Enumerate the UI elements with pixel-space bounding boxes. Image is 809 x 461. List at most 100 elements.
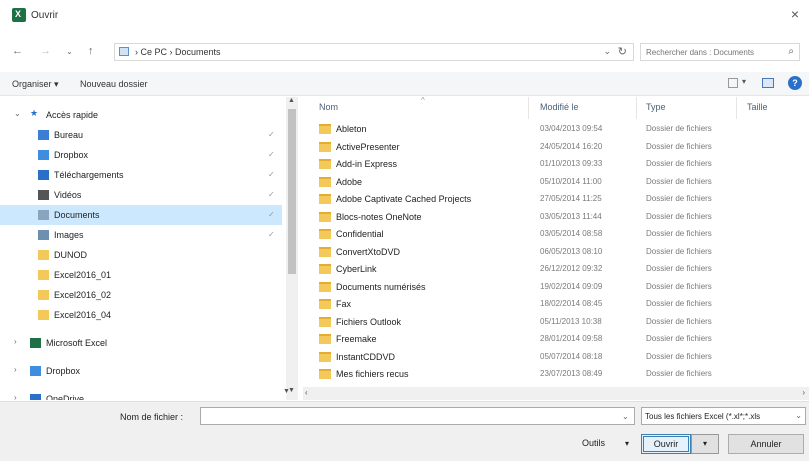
file-name: Fax (336, 299, 352, 309)
column-divider[interactable] (736, 97, 737, 119)
sidebar-item[interactable]: › OneDrive (0, 389, 282, 400)
expand-chevron-icon[interactable]: ⌄ (14, 109, 21, 118)
file-row[interactable]: Fichiers Outlook 05/11/2013 10:38 Dossier … (303, 313, 809, 331)
folder-icon (319, 316, 331, 327)
breadcrumb[interactable]: › Ce PC › Documents (135, 47, 221, 57)
column-divider[interactable] (528, 97, 529, 119)
expand-chevron-icon[interactable]: › (14, 337, 17, 346)
address-bar[interactable]: › Ce PC › Documents ⌄ ↻ (114, 43, 634, 61)
column-header-size[interactable]: Taille (747, 102, 768, 112)
close-icon[interactable]: × (791, 6, 799, 22)
column-header-name[interactable]: Nom (319, 102, 338, 112)
sidebar-item[interactable]: Excel2016_02 (0, 285, 282, 305)
file-type: Dossier de fichiers (646, 141, 712, 151)
scroll-left-icon[interactable]: ‹ (305, 388, 308, 397)
refresh-icon[interactable]: ↻ (618, 45, 627, 58)
file-row[interactable]: Mes fichiers recus 23/07/2013 08:49 Dossie… (303, 365, 809, 383)
window-title: Ouvrir (31, 10, 59, 21)
up-arrow-icon[interactable]: ↑ (88, 45, 94, 57)
scroll-up-icon[interactable]: ▲ (288, 97, 295, 104)
tools-dropdown-icon[interactable]: ▾ (625, 439, 629, 448)
navigation-scrollbar[interactable]: ▲ ▼ (286, 97, 298, 400)
sidebar-item-label: Excel2016_01 (54, 270, 112, 280)
sidebar-item[interactable]: ⌄ ★ Accès rapide (0, 105, 282, 125)
pin-icon[interactable]: ✓ (268, 170, 275, 179)
chevron-down-icon[interactable]: ⌄ (795, 411, 802, 420)
folder-icon (319, 141, 331, 152)
sidebar-item-label: OneDrive (46, 394, 85, 400)
folder-icon (38, 270, 49, 280)
file-row[interactable]: Add-in Express 01/10/2013 09:33 Dossier de… (303, 155, 809, 173)
onedrive-icon (30, 394, 41, 400)
file-name: Ableton (336, 124, 367, 134)
file-row[interactable]: InstantCDDVD 05/07/2014 08:18 Dossier de f… (303, 348, 809, 366)
pin-icon[interactable]: ✓ (268, 210, 275, 219)
filename-input[interactable] (200, 407, 635, 425)
folder-icon (319, 264, 331, 274)
file-row[interactable]: Confidential 03/05/2014 08:58 Dossier de f… (303, 225, 809, 243)
file-row[interactable]: Blocs-notes OneNote 03/05/2013 11:44 Dossi… (303, 208, 809, 226)
file-row[interactable]: Adobe 05/10/2014 11:00 Dossier de fichiers (303, 173, 809, 191)
scroll-right-icon[interactable]: › (802, 388, 805, 397)
scroll-down-icon[interactable]: ▼ (283, 388, 290, 395)
sidebar-item[interactable]: Images ✓ (0, 225, 282, 245)
expand-chevron-icon[interactable]: › (14, 365, 17, 374)
sidebar-item[interactable]: Excel2016_01 (0, 265, 282, 285)
file-row[interactable]: Fax 18/02/2014 08:45 Dossier de fichiers (303, 295, 809, 313)
file-name: ActivePresenter (336, 141, 400, 152)
search-box[interactable]: ⌕ (640, 43, 800, 61)
file-row[interactable]: Freemake 28/01/2014 09:58 Dossier de fichi… (303, 330, 809, 348)
folder-icon (319, 211, 331, 222)
sidebar-item[interactable]: Dropbox ✓ (0, 145, 282, 165)
sidebar-item[interactable]: Bureau ✓ (0, 125, 282, 145)
forward-arrow-icon[interactable]: → (40, 45, 51, 57)
column-divider[interactable] (636, 97, 637, 119)
search-input[interactable] (641, 44, 781, 60)
sidebar-item[interactable]: Documents ✓ (0, 205, 282, 225)
column-header-modified[interactable]: Modifié le (540, 102, 579, 112)
pin-icon[interactable]: ✓ (268, 190, 275, 199)
file-row[interactable]: ActivePresenter 24/05/2014 16:20 Dossier d… (303, 138, 809, 156)
view-options-icon[interactable] (728, 78, 738, 88)
chevron-down-icon[interactable]: ⌄ (622, 412, 629, 421)
file-row[interactable]: CyberLink 26/12/2012 09:32 Dossier de fich… (303, 260, 809, 278)
sidebar-item-label: Excel2016_02 (54, 290, 112, 300)
file-row[interactable]: Documents numérisés 19/02/2014 09:09 Dossi… (303, 278, 809, 296)
file-type: Dossier de fichiers (646, 299, 712, 308)
sidebar-item[interactable]: Vidéos ✓ (0, 185, 282, 205)
sidebar-item[interactable]: › Microsoft Excel (0, 333, 282, 353)
file-type-select[interactable]: Tous les fichiers Excel (*.xl*;*.xls ⌄ (641, 407, 806, 425)
chevron-down-icon[interactable]: ⌄ (603, 46, 611, 57)
pin-icon[interactable]: ✓ (268, 230, 275, 239)
scrollbar-thumb[interactable] (288, 109, 296, 274)
horizontal-scrollbar[interactable]: ▼ ‹ › (283, 387, 809, 400)
column-header-type[interactable]: Type (646, 102, 666, 112)
tools-button[interactable]: Outils (582, 438, 605, 448)
open-button[interactable]: Ouvrir (641, 434, 691, 454)
pin-icon[interactable]: ✓ (268, 130, 275, 139)
file-row[interactable]: ConvertXtoDVD 06/05/2013 08:10 Dossier de … (303, 243, 809, 261)
sidebar-item[interactable]: DUNOD (0, 245, 282, 265)
file-row[interactable]: Ableton 03/04/2013 09:54 Dossier de fichie… (303, 120, 809, 138)
view-dropdown-icon[interactable]: ▾ (742, 77, 746, 86)
preview-pane-icon[interactable] (762, 78, 774, 88)
organize-button[interactable]: Organiser ▾ (12, 79, 59, 90)
pin-icon[interactable]: ✓ (268, 150, 275, 159)
sidebar-item[interactable]: › Dropbox (0, 361, 282, 381)
expand-chevron-icon[interactable]: › (14, 393, 17, 400)
open-dropdown-button[interactable]: ▾ (691, 434, 719, 454)
folder-icon (38, 290, 49, 300)
sidebar-item[interactable]: Téléchargements ✓ (0, 165, 282, 185)
file-type: Dossier de fichiers (646, 334, 712, 343)
search-icon[interactable]: ⌕ (788, 46, 794, 57)
sidebar-item[interactable]: Excel2016_04 (0, 305, 282, 325)
help-icon[interactable]: ? (788, 76, 802, 90)
file-type: Dossier de fichiers (646, 176, 712, 186)
file-row[interactable]: Adobe Captivate Cached Projects 27/05/201… (303, 190, 809, 208)
recent-locations-icon[interactable]: ⌄ (66, 47, 73, 56)
cancel-button[interactable]: Annuler (728, 434, 804, 454)
file-name: Adobe Captivate Cached Projects (336, 194, 472, 204)
back-arrow-icon[interactable]: ← (12, 45, 23, 57)
new-folder-button[interactable]: Nouveau dossier (80, 79, 148, 89)
file-type: Dossier de fichiers (646, 369, 712, 378)
